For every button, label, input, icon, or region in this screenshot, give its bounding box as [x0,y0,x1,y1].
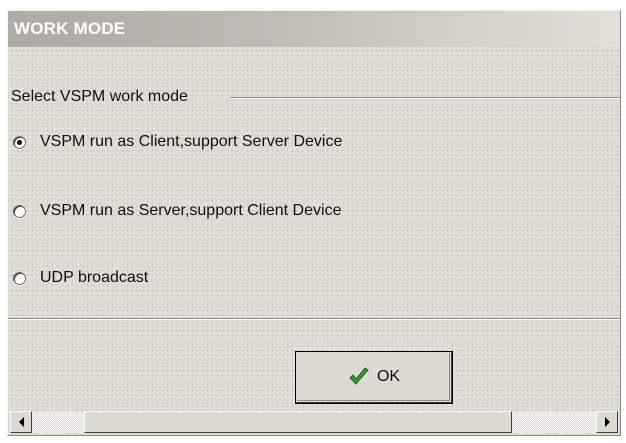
group-label: Select VSPM work mode [11,88,188,105]
ok-button[interactable]: OK [295,351,453,404]
scroll-right-button[interactable] [596,411,618,433]
horizontal-scrollbar[interactable] [10,411,618,433]
group-divider [230,97,620,99]
scroll-left-button[interactable] [10,411,32,433]
ok-button-label: OK [376,368,401,385]
green-check-icon [349,367,369,385]
radio-label-server-mode: VSPM run as Server,support Client Device [40,202,342,219]
arrow-right-icon [604,417,610,427]
radio-button[interactable] [13,271,26,285]
work-mode-window: WORK MODE Select VSPM work mode VSPM run… [7,10,621,436]
radio-label-udp-broadcast: UDP broadcast [40,269,149,286]
scrollbar-thumb[interactable] [84,411,512,433]
radio-button[interactable] [13,135,26,149]
title-bar: WORK MODE [8,11,620,47]
radio-udp-broadcast[interactable]: UDP broadcast [13,267,148,289]
radio-label-client-mode: VSPM run as Client,support Server Device [40,133,343,150]
radio-button[interactable] [13,204,26,218]
bottom-separator [8,318,620,320]
arrow-left-icon [18,417,24,427]
window-title: WORK MODE [14,19,126,38]
radio-selected-dot [17,139,22,145]
radio-server-mode[interactable]: VSPM run as Server,support Client Device [13,200,341,222]
radio-client-mode[interactable]: VSPM run as Client,support Server Device [13,131,342,153]
